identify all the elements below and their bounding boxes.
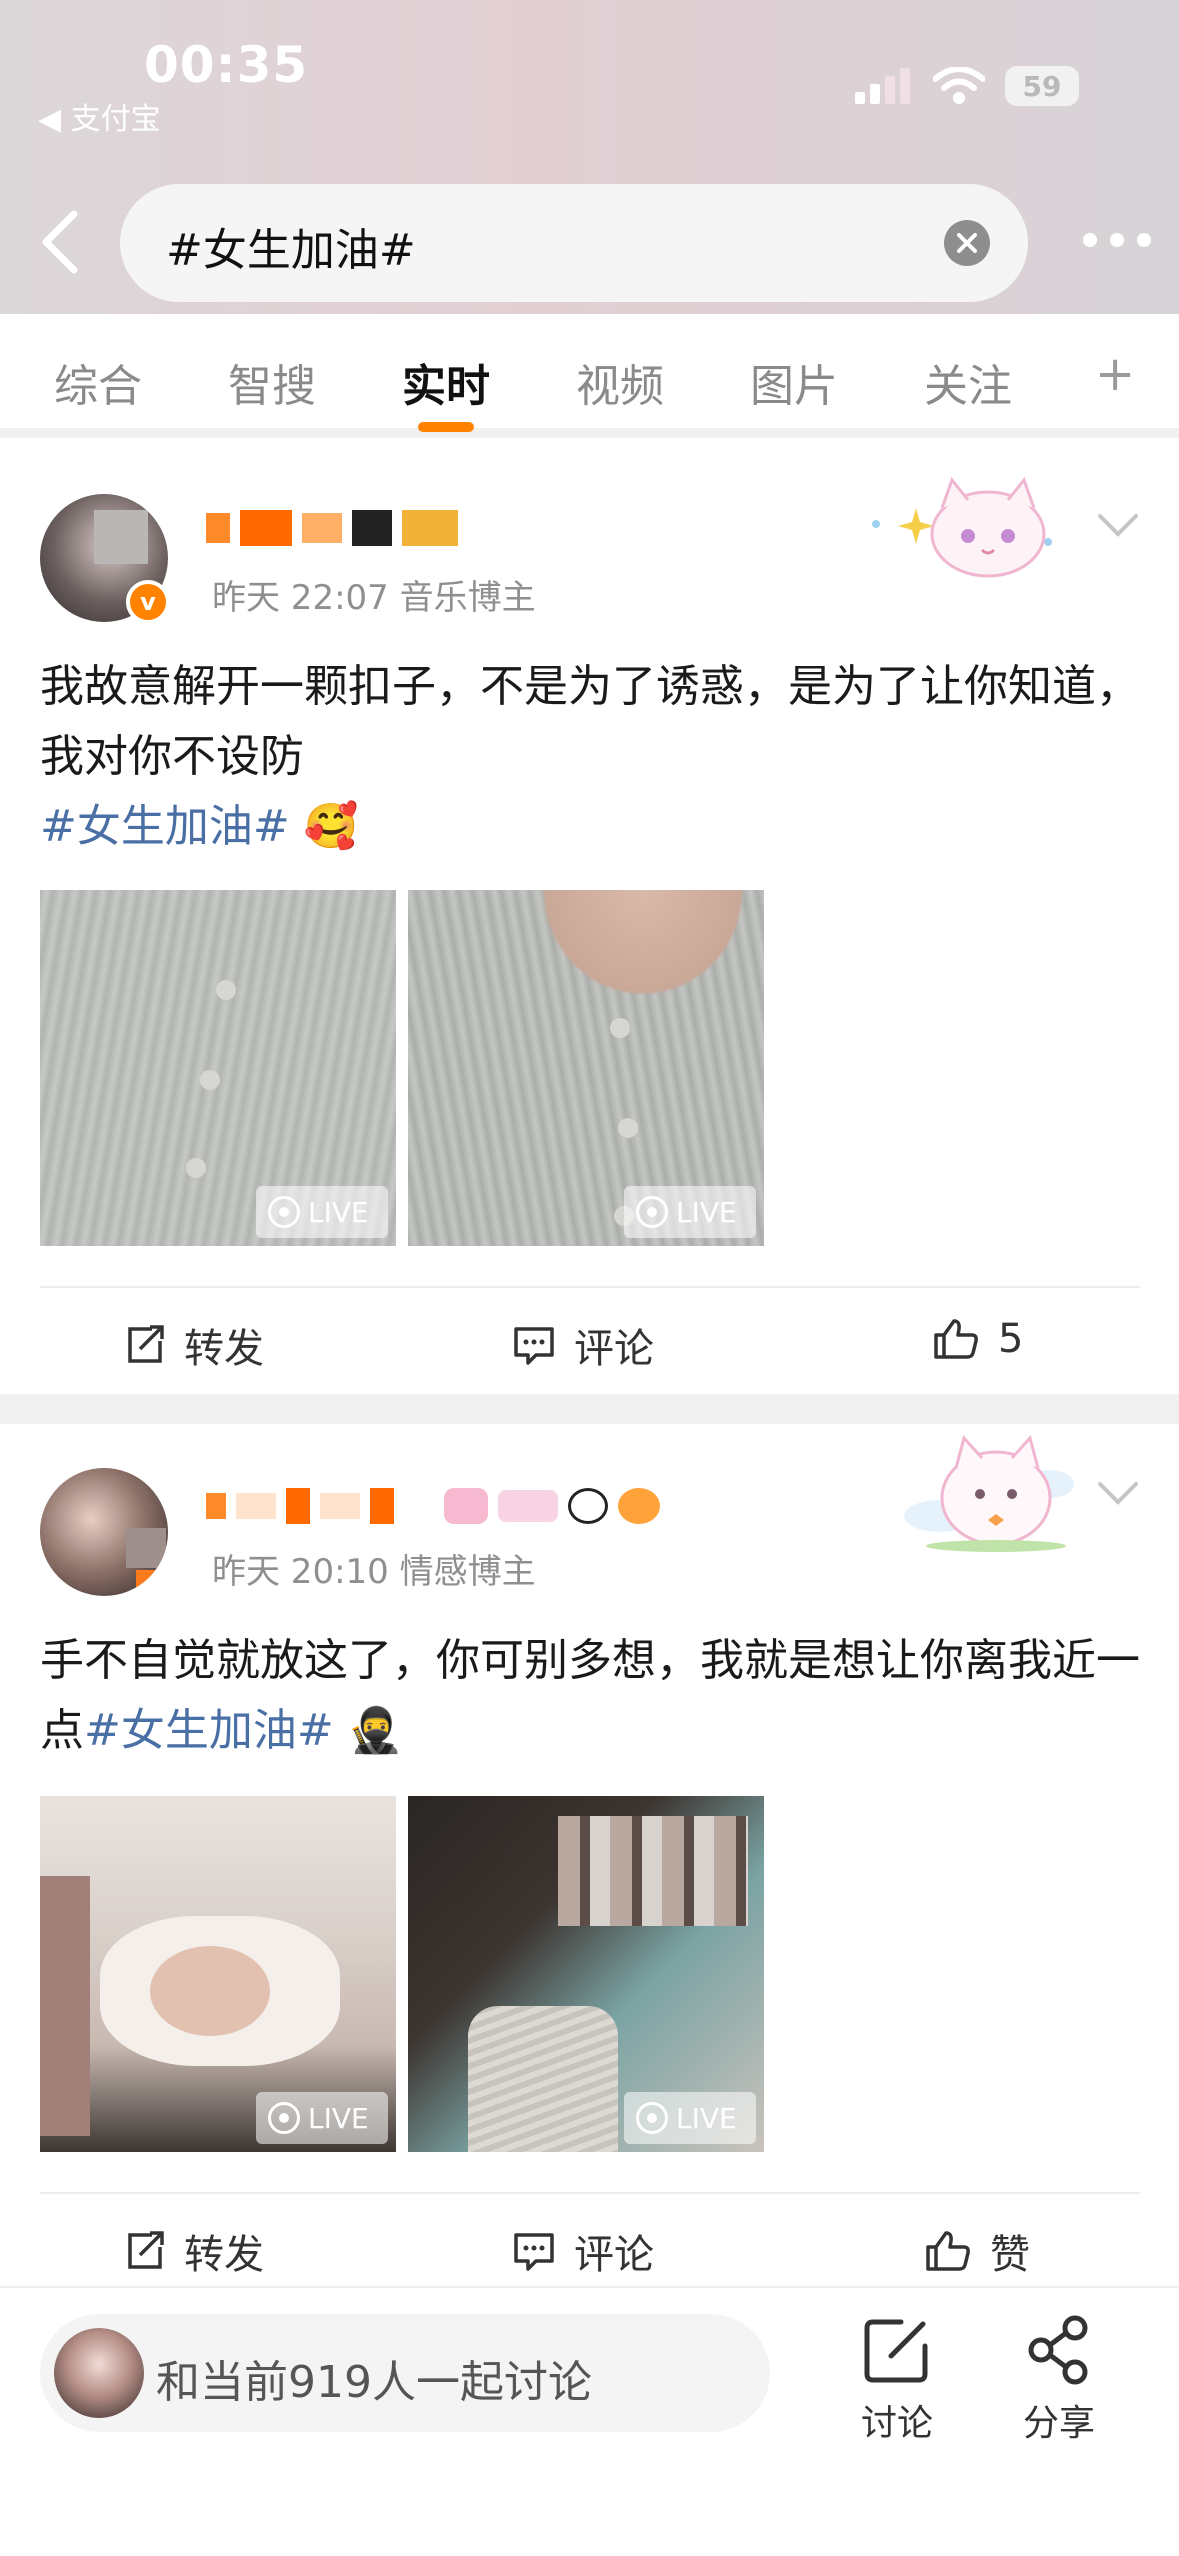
username-redacted[interactable]	[206, 1484, 660, 1528]
chevron-down-icon[interactable]	[1096, 1478, 1140, 1508]
chevron-left-icon	[42, 210, 78, 274]
live-photo-badge: LIVE	[256, 2092, 388, 2144]
discuss-label: 讨论	[860, 2403, 933, 2444]
wifi-icon	[933, 67, 985, 104]
avatar	[54, 2328, 144, 2418]
post-image[interactable]: LIVE	[408, 890, 764, 1246]
emoji: 🥷	[347, 1705, 403, 1756]
live-photo-icon	[636, 1196, 668, 1228]
top-header: 00:35 ◀ 支付宝 59 #女生加油#	[0, 0, 1179, 314]
dot-icon	[1083, 233, 1097, 247]
thumbs-up-icon	[934, 1319, 978, 1359]
back-to-app-link[interactable]: ◀ 支付宝	[38, 94, 161, 138]
repost-icon	[128, 1325, 164, 1363]
decoration-cat-sticker-icon	[872, 476, 1052, 578]
comment-label: 评论	[574, 2232, 654, 2278]
compose-icon	[864, 2319, 928, 2383]
comment-button[interactable]: 评论	[512, 1316, 654, 1374]
battery-indicator: 59	[1005, 66, 1079, 106]
search-tabs: 综合 智搜 实时 视频 图片 关注 +	[0, 314, 1179, 438]
post-image[interactable]: LIVE	[40, 1796, 396, 2152]
live-photo-badge: LIVE	[624, 1186, 756, 1238]
pixelated-patch	[126, 1528, 166, 1568]
comment-icon	[514, 2233, 554, 2271]
tab-comprehensive[interactable]: 综合	[54, 350, 142, 414]
like-button[interactable]: 赞	[924, 2222, 1030, 2280]
share-label: 分享	[1022, 2403, 1095, 2444]
like-button[interactable]: 5	[932, 1316, 1023, 1362]
search-input[interactable]: #女生加油#	[120, 184, 1028, 302]
tab-images[interactable]: 图片	[750, 350, 838, 414]
hashtag-link[interactable]: #女生加油#	[40, 801, 290, 852]
live-photo-badge: LIVE	[624, 2092, 756, 2144]
discussion-prompt: 和当前919人一起讨论	[156, 2357, 592, 2408]
decoration-cat-sticker-icon	[904, 1434, 1074, 1552]
repost-icon	[128, 2231, 164, 2269]
search-row: #女生加油#	[0, 182, 1179, 302]
clear-search-button[interactable]	[944, 220, 990, 266]
share-icon	[1028, 2315, 1088, 2385]
comment-button[interactable]: 评论	[512, 2222, 654, 2280]
tab-following[interactable]: 关注	[924, 350, 1012, 414]
image-grid: LIVE LIVE	[40, 1796, 764, 2152]
live-label: LIVE	[676, 1195, 737, 1229]
tab-video[interactable]: 视频	[576, 350, 664, 414]
status-time: 00:35	[144, 36, 309, 94]
pixelated-patch	[94, 510, 148, 564]
chevron-down-icon[interactable]	[1096, 510, 1140, 540]
add-tab-button[interactable]: +	[1095, 346, 1135, 402]
discussion-input[interactable]: 和当前919人一起讨论	[40, 2314, 770, 2432]
live-label: LIVE	[676, 2101, 737, 2135]
like-label: 赞	[990, 2232, 1030, 2278]
post-image[interactable]: LIVE	[40, 890, 396, 1246]
post-meta: 昨天 20:10 情感博主	[212, 1552, 536, 1592]
thumbs-up-icon	[926, 2231, 970, 2271]
bottom-bar: 和当前919人一起讨论 讨论 分享	[0, 2286, 1179, 2556]
live-photo-badge: LIVE	[256, 1186, 388, 1238]
post-text-block: 手不自觉就放这了，你可别多想，我就是想让你离我近一点#女生加油# 🥷	[40, 1626, 1140, 1766]
hashtag-link[interactable]: #女生加油#	[84, 1705, 334, 1756]
dot-icon	[1137, 233, 1151, 247]
emoji: 🥰	[303, 801, 359, 852]
repost-button[interactable]: 转发	[122, 2222, 264, 2280]
live-label: LIVE	[308, 2101, 369, 2135]
search-query-text: #女生加油#	[166, 225, 416, 276]
live-photo-icon	[636, 2102, 668, 2134]
close-icon	[957, 233, 977, 253]
post-image[interactable]: LIVE	[408, 1796, 764, 2152]
verified-badge-icon: v	[126, 580, 170, 624]
post-meta: 昨天 22:07 音乐博主	[212, 578, 536, 618]
post-actions: 转发 评论 5	[40, 1286, 1140, 1396]
post-body: 我故意解开一颗扣子，不是为了诱惑，是为了让你知道，我对你不设防	[40, 661, 1140, 782]
username-redacted[interactable]	[206, 506, 458, 550]
post-divider	[0, 1394, 1179, 1424]
cellular-signal-icon	[855, 68, 910, 104]
repost-label: 转发	[184, 1326, 264, 1372]
active-tab-indicator	[418, 422, 474, 432]
tab-realtime[interactable]: 实时	[402, 350, 490, 414]
comment-label: 评论	[574, 1326, 654, 1372]
more-options-button[interactable]	[1083, 218, 1151, 262]
post-card: 昨天 20:10 情感博主 手不自觉就放这了，你可别多想，我就是想让你离我近一点…	[0, 1424, 1179, 2286]
pixelated-patch	[136, 1570, 168, 1592]
repost-label: 转发	[184, 2232, 264, 2278]
post-text-block: 我故意解开一颗扣子，不是为了诱惑，是为了让你知道，我对你不设防 #女生加油# 🥰	[40, 652, 1140, 862]
discuss-button[interactable]: 讨论	[842, 2314, 952, 2446]
comment-icon	[514, 1327, 554, 1365]
tab-smart-search[interactable]: 智搜	[228, 350, 316, 414]
status-icons: 59	[855, 64, 1079, 108]
repost-button[interactable]: 转发	[122, 1316, 264, 1374]
live-photo-icon	[268, 2102, 300, 2134]
like-count: 5	[998, 1316, 1024, 1362]
post-card: v 昨天 22:07 音乐博主 我故意解开一颗扣子，不是为了诱惑，是为了让你知道…	[0, 448, 1179, 1394]
live-photo-icon	[268, 1196, 300, 1228]
back-button[interactable]	[30, 204, 90, 280]
dot-icon	[1110, 233, 1124, 247]
share-button[interactable]: 分享	[1004, 2314, 1114, 2446]
image-grid: LIVE LIVE	[40, 890, 764, 1246]
live-label: LIVE	[308, 1195, 369, 1229]
avatar[interactable]	[40, 1468, 168, 1596]
